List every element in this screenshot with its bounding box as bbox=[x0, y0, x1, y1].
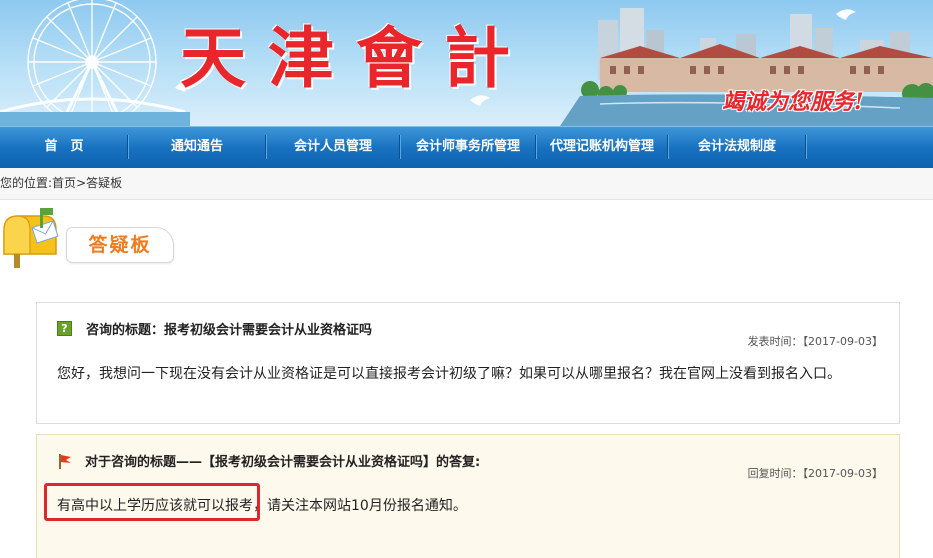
nav-item-home[interactable]: 首 页 bbox=[0, 127, 128, 167]
site-title: 天津會計 bbox=[180, 19, 532, 97]
nav-item-regulations[interactable]: 会计法规制度 bbox=[668, 127, 806, 167]
annotation-highlight-box bbox=[44, 483, 260, 521]
mailbox-icon bbox=[3, 208, 59, 268]
site-banner: 天津會計 竭诚为您服务! bbox=[0, 0, 933, 126]
question-title-label: 咨询的标题： bbox=[86, 323, 165, 338]
breadcrumb-current: 答疑板 bbox=[86, 176, 123, 190]
ferris-wheel-icon bbox=[27, 0, 157, 126]
answer-title: 对于咨询的标题——【报考初级会计需要会计从业资格证吗】的答复: bbox=[85, 455, 481, 470]
nav-item-accountant-management[interactable]: 会计人员管理 bbox=[266, 127, 400, 167]
breadcrumb-home-link[interactable]: 首页 bbox=[52, 176, 76, 190]
page-title: 答疑板 bbox=[66, 227, 174, 263]
question-title: 报考初级会计需要会计从业资格证吗 bbox=[164, 323, 373, 338]
question-time-value: 【2017-09-03】 bbox=[802, 335, 883, 348]
nav-item-firm-management[interactable]: 会计师事务所管理 bbox=[400, 127, 536, 167]
main-nav: 首 页 通知通告 会计人员管理 会计师事务所管理 代理记账机构管理 会计法规制度 bbox=[0, 126, 933, 168]
breadcrumb-separator: > bbox=[76, 176, 87, 190]
question-time: 发表时间：【2017-09-03】 bbox=[748, 333, 883, 349]
breadcrumb: 您的位置:首页>答疑板 bbox=[0, 168, 933, 200]
question-mark-icon: ? bbox=[57, 321, 72, 336]
answer-time-label: 回复时间： bbox=[747, 467, 803, 480]
flag-icon bbox=[59, 453, 71, 469]
question-body: 您好，我想问一下现在没有会计从业资格证是可以直接报考会计初级了嘛？如果可以从哪里… bbox=[57, 366, 841, 382]
page-heading-area: 答疑板 bbox=[0, 205, 200, 275]
answer-time: 回复时间：【2017-09-03】 bbox=[748, 465, 883, 481]
breadcrumb-prefix: 您的位置: bbox=[0, 176, 53, 190]
nav-item-notices[interactable]: 通知通告 bbox=[128, 127, 266, 167]
nav-item-spacer bbox=[806, 127, 933, 167]
nav-item-bookkeeping-agency[interactable]: 代理记账机构管理 bbox=[536, 127, 668, 167]
question-title-row: ? 咨询的标题： 报考初级会计需要会计从业资格证吗 bbox=[57, 319, 372, 338]
question-card: ? 咨询的标题： 报考初级会计需要会计从业资格证吗 发表时间：【2017-09-0… bbox=[36, 302, 900, 424]
site-slogan: 竭诚为您服务! bbox=[722, 89, 864, 115]
answer-body-rest: ，请关注本网站10月份报名通知。 bbox=[253, 498, 467, 514]
answer-time-value: 【2017-09-03】 bbox=[802, 467, 883, 480]
question-time-label: 发表时间： bbox=[747, 335, 803, 348]
answer-title-row: 对于咨询的标题——【报考初级会计需要会计从业资格证吗】的答复: bbox=[57, 451, 480, 470]
